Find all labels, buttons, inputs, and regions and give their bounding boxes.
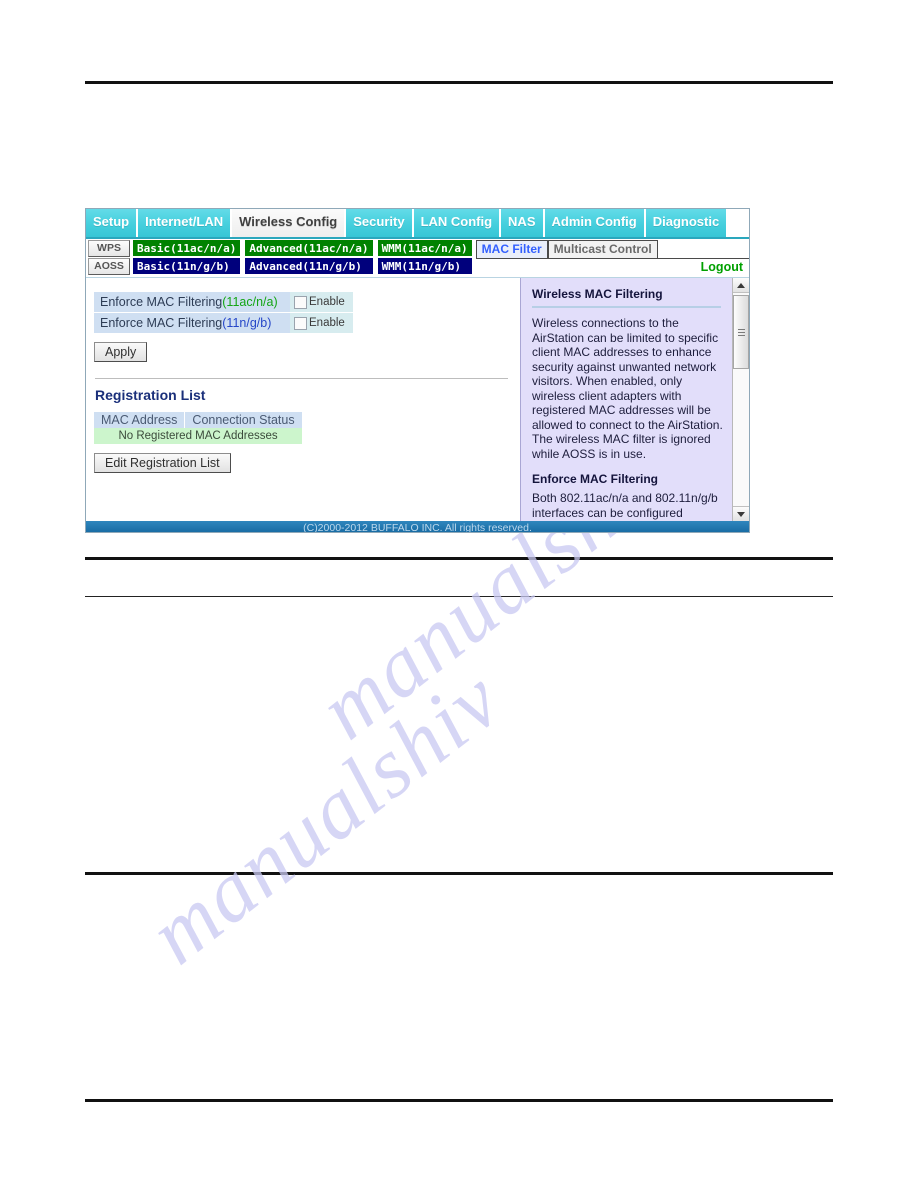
main-tab-wireless-config[interactable]: Wireless Config <box>232 209 347 237</box>
triangle-down-icon <box>737 511 745 517</box>
sub-tab-advanced-11n[interactable]: Advanced(11n/g/b) <box>244 257 374 275</box>
wps-button[interactable]: WPS <box>88 240 130 257</box>
window-body: Enforce MAC Filtering(11ac/n/a) Enable E… <box>86 278 749 521</box>
band-text-11n: (11n/g/b) <box>222 316 272 330</box>
sub-navigation-tabs: WPS AOSS Basic(11ac/n/a) Basic(11n/g/b) … <box>86 239 749 278</box>
scroll-down-arrow-icon[interactable] <box>733 506 749 521</box>
filter-tab-row: MAC Filter Multicast Control <box>475 240 749 258</box>
scroll-up-arrow-icon[interactable] <box>733 278 749 293</box>
main-navigation-tabs: Setup Internet/LAN Wireless Config Secur… <box>86 209 749 239</box>
enforce-mac-filtering-row-11ac: Enforce MAC Filtering(11ac/n/a) Enable <box>94 292 520 312</box>
filter-tab-group: MAC Filter Multicast Control Logout <box>475 239 749 277</box>
registration-list-table: MAC Address Connection Status No Registe… <box>94 412 303 444</box>
main-tab-internet-lan[interactable]: Internet/LAN <box>138 209 233 237</box>
enable-label-11ac: Enable <box>309 296 345 308</box>
main-tab-admin-config[interactable]: Admin Config <box>544 209 646 237</box>
section-divider <box>95 378 508 379</box>
tab-multicast-control[interactable]: Multicast Control <box>547 240 658 258</box>
sub-tab-wmm-11ac[interactable]: WMM(11ac/n/a) <box>376 239 473 257</box>
main-tab-nas[interactable]: NAS <box>501 209 545 237</box>
triangle-up-icon <box>737 282 745 288</box>
page-rule-upper <box>85 557 833 560</box>
help-pane: Wireless MAC Filtering Wireless connecti… <box>520 278 749 521</box>
router-admin-window: Setup Internet/LAN Wireless Config Secur… <box>85 208 750 533</box>
logout-row: Logout <box>475 258 749 277</box>
column-header-connection-status: Connection Status <box>184 412 303 428</box>
apply-button[interactable]: Apply <box>94 342 148 362</box>
sub-tab-column-wmm: WMM(11ac/n/a) WMM(11n/g/b) <box>376 239 473 277</box>
enable-checkbox-11ac[interactable] <box>294 295 307 309</box>
table-row: No Registered MAC Addresses <box>94 428 303 444</box>
enforce-mac-filtering-field-11n: Enable <box>290 313 353 333</box>
tab-mac-filter[interactable]: MAC Filter <box>475 240 548 258</box>
help-body-enforce-mac-filtering: Both 802.11ac/n/a and 802.11n/g/b interf… <box>532 491 718 520</box>
main-tab-diagnostic[interactable]: Diagnostic <box>645 209 729 237</box>
table-header-row: MAC Address Connection Status <box>94 412 303 428</box>
help-scrollbar[interactable] <box>732 278 749 521</box>
help-heading-wireless-mac-filtering: Wireless MAC Filtering <box>532 287 663 301</box>
band-text-11ac: (11ac/n/a) <box>222 295 278 309</box>
main-tab-lan-config[interactable]: LAN Config <box>413 209 502 237</box>
enforce-mac-filtering-label-11ac: Enforce MAC Filtering(11ac/n/a) <box>94 292 290 312</box>
page-rule-middle <box>85 596 833 597</box>
label-text: Enforce MAC Filtering <box>100 295 223 309</box>
empty-list-message: No Registered MAC Addresses <box>94 428 303 444</box>
main-tab-security[interactable]: Security <box>346 209 414 237</box>
sub-tab-advanced-11ac[interactable]: Advanced(11ac/n/a) <box>244 239 374 257</box>
main-tab-setup[interactable]: Setup <box>86 209 139 237</box>
edit-registration-wrap: Edit Registration List <box>94 453 520 473</box>
enforce-mac-filtering-label-11n: Enforce MAC Filtering(11n/g/b) <box>94 313 290 333</box>
sub-tab-basic-11ac[interactable]: Basic(11ac/n/a) <box>132 239 242 257</box>
enforce-mac-filtering-row-11n: Enforce MAC Filtering(11n/g/b) Enable <box>94 313 520 333</box>
page-rule-top <box>85 81 833 84</box>
help-separator <box>532 306 721 308</box>
logout-link[interactable]: Logout <box>701 260 743 274</box>
column-header-mac-address: MAC Address <box>94 412 186 428</box>
enforce-mac-filtering-field-11ac: Enable <box>290 292 353 312</box>
registration-list-title: Registration List <box>95 387 206 403</box>
help-heading-enforce-mac-filtering: Enforce MAC Filtering <box>532 472 659 486</box>
enable-checkbox-11n[interactable] <box>294 316 307 330</box>
sub-tab-wmm-11n[interactable]: WMM(11n/g/b) <box>376 257 473 275</box>
sub-tab-column-advanced: Advanced(11ac/n/a) Advanced(11n/g/b) <box>244 239 374 277</box>
apply-button-wrap: Apply <box>94 342 520 362</box>
scrollbar-thumb[interactable] <box>733 295 749 369</box>
help-body-wireless-mac-filtering: Wireless connections to the AirStation c… <box>532 316 723 461</box>
settings-content-pane: Enforce MAC Filtering(11ac/n/a) Enable E… <box>86 278 520 521</box>
page-rule-lower <box>85 872 833 875</box>
help-content: Wireless MAC Filtering Wireless connecti… <box>521 278 732 521</box>
grip-icon <box>737 327 745 338</box>
page-rule-bottom <box>85 1099 833 1102</box>
copyright-footer: (C)2000-2012 BUFFALO INC. All rights res… <box>86 521 749 532</box>
watermark-text: manualshiv <box>131 650 519 983</box>
edit-registration-list-button[interactable]: Edit Registration List <box>94 453 231 473</box>
wps-aoss-button-group: WPS AOSS <box>86 239 132 277</box>
enable-label-11n: Enable <box>309 317 345 329</box>
label-text: Enforce MAC Filtering <box>100 316 223 330</box>
sub-tab-basic-11n[interactable]: Basic(11n/g/b) <box>132 257 242 275</box>
aoss-button[interactable]: AOSS <box>88 258 130 275</box>
sub-tab-column-basic: Basic(11ac/n/a) Basic(11n/g/b) <box>132 239 242 277</box>
scrollbar-track[interactable] <box>733 293 749 506</box>
